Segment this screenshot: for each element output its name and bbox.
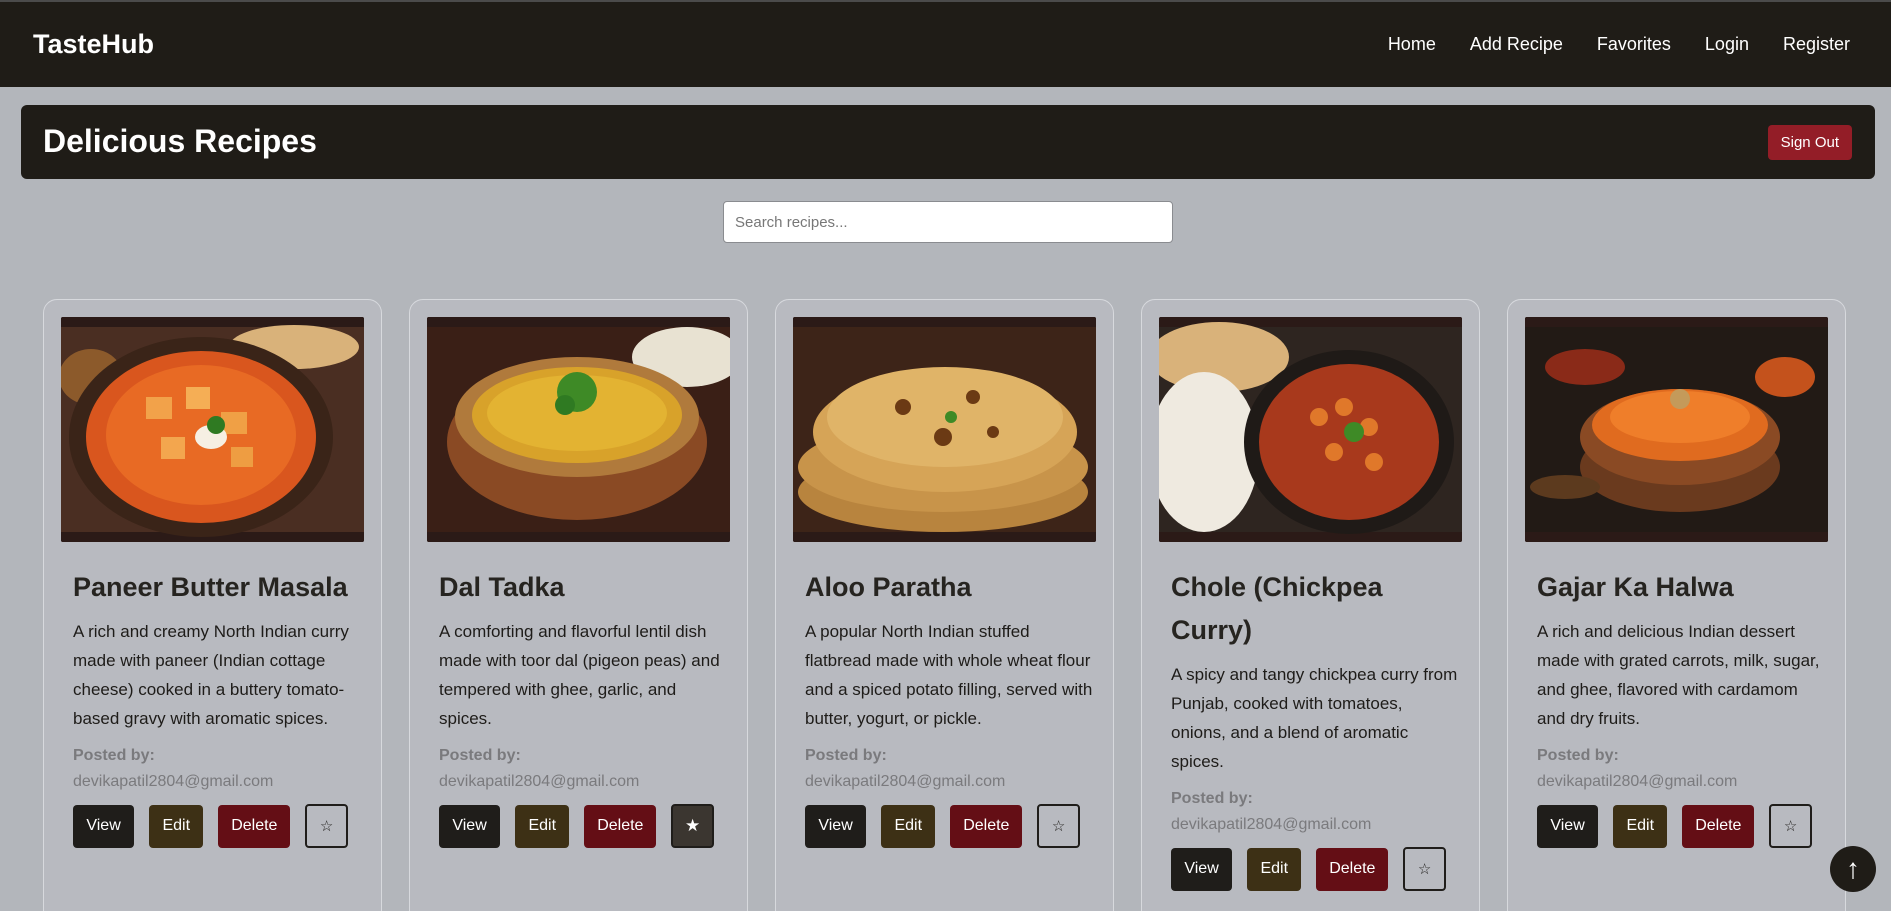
view-button[interactable]: View xyxy=(439,804,501,848)
recipe-image xyxy=(1159,317,1462,542)
edit-button[interactable]: Edit xyxy=(149,804,204,848)
search-input[interactable] xyxy=(723,201,1173,243)
recipe-title: Aloo Paratha xyxy=(805,572,972,602)
scroll-to-top-arrow-icon[interactable]: ↑ xyxy=(1830,846,1876,892)
nav-register-link[interactable]: Register xyxy=(1783,34,1850,55)
recipe-image xyxy=(61,317,364,542)
recipe-description: A popular North Indian stuffed flatbread… xyxy=(805,622,1093,728)
recipe-card: Gajar Ka Halwa A rich and delicious Indi… xyxy=(1507,299,1846,911)
sign-out-button[interactable]: Sign Out xyxy=(1767,125,1852,160)
recipe-title: Chole (Chickpea Curry) xyxy=(1171,572,1383,645)
recipe-actions: View Edit Delete ★ xyxy=(439,804,729,848)
edit-button[interactable]: Edit xyxy=(1247,847,1302,891)
recipe-actions: View Edit Delete ☆ xyxy=(1171,847,1461,891)
posted-by-label: Posted by: xyxy=(439,747,521,764)
recipe-card-body: Gajar Ka Halwa A rich and delicious Indi… xyxy=(1537,566,1827,848)
delete-button[interactable]: Delete xyxy=(584,804,657,848)
posted-by-label: Posted by: xyxy=(1171,790,1253,807)
view-button[interactable]: View xyxy=(1171,847,1233,891)
nav-add-recipe-link[interactable]: Add Recipe xyxy=(1470,34,1563,55)
edit-button[interactable]: Edit xyxy=(881,804,936,848)
brand-logo[interactable]: TasteHub xyxy=(33,29,154,60)
author-email: devikapatil2804@gmail.com xyxy=(73,773,274,790)
recipe-image xyxy=(1525,317,1828,542)
posted-by-label: Posted by: xyxy=(1537,747,1619,764)
delete-button[interactable]: Delete xyxy=(950,804,1023,848)
view-button[interactable]: View xyxy=(73,804,135,848)
delete-button[interactable]: Delete xyxy=(1316,847,1389,891)
edit-button[interactable]: Edit xyxy=(515,804,570,848)
page-title: Delicious Recipes xyxy=(43,123,317,159)
recipe-card: Aloo Paratha A popular North Indian stuf… xyxy=(775,299,1114,911)
posted-by-label: Posted by: xyxy=(73,747,155,764)
posted-by-label: Posted by: xyxy=(805,747,887,764)
author-email: devikapatil2804@gmail.com xyxy=(439,773,640,790)
recipe-card-body: Dal Tadka A comforting and flavorful len… xyxy=(439,566,729,848)
recipe-actions: View Edit Delete ☆ xyxy=(73,804,363,848)
recipe-description: A comforting and flavorful lentil dish m… xyxy=(439,622,720,728)
favorite-star-filled-icon[interactable]: ★ xyxy=(671,804,714,848)
favorite-star-icon[interactable]: ☆ xyxy=(1403,847,1446,891)
delete-button[interactable]: Delete xyxy=(1682,804,1755,848)
recipe-description: A rich and delicious Indian dessert made… xyxy=(1537,622,1820,728)
nav-login-link[interactable]: Login xyxy=(1705,34,1749,55)
recipe-card: Chole (Chickpea Curry) A spicy and tangy… xyxy=(1141,299,1480,911)
favorite-star-icon[interactable]: ☆ xyxy=(1769,804,1812,848)
view-button[interactable]: View xyxy=(1537,804,1599,848)
favorite-star-icon[interactable]: ☆ xyxy=(305,804,348,848)
recipe-card-body: Aloo Paratha A popular North Indian stuf… xyxy=(805,566,1095,848)
nav-favorites-link[interactable]: Favorites xyxy=(1597,34,1671,55)
author-email: devikapatil2804@gmail.com xyxy=(805,773,1006,790)
nav-links: Home Add Recipe Favorites Login Register xyxy=(1354,34,1850,55)
recipe-card: Paneer Butter Masala A rich and creamy N… xyxy=(43,299,382,911)
edit-button[interactable]: Edit xyxy=(1613,804,1668,848)
delete-button[interactable]: Delete xyxy=(218,804,291,848)
recipe-title: Gajar Ka Halwa xyxy=(1537,572,1734,602)
recipe-image xyxy=(793,317,1096,542)
nav-home-link[interactable]: Home xyxy=(1388,34,1436,55)
recipe-description: A rich and creamy North Indian curry mad… xyxy=(73,622,349,728)
recipe-title: Paneer Butter Masala xyxy=(73,572,348,602)
recipe-image xyxy=(427,317,730,542)
recipe-actions: View Edit Delete ☆ xyxy=(805,804,1095,848)
author-email: devikapatil2804@gmail.com xyxy=(1537,773,1738,790)
favorite-star-icon[interactable]: ☆ xyxy=(1037,804,1080,848)
recipe-title: Dal Tadka xyxy=(439,572,565,602)
recipe-description: A spicy and tangy chickpea curry from Pu… xyxy=(1171,665,1458,771)
recipe-actions: View Edit Delete ☆ xyxy=(1537,804,1827,848)
recipe-card-body: Paneer Butter Masala A rich and creamy N… xyxy=(73,566,363,848)
page-header: Delicious Recipes Sign Out xyxy=(21,105,1875,179)
navbar: TasteHub Home Add Recipe Favorites Login… xyxy=(0,0,1891,87)
author-email: devikapatil2804@gmail.com xyxy=(1171,816,1372,833)
view-button[interactable]: View xyxy=(805,804,867,848)
recipe-card: Dal Tadka A comforting and flavorful len… xyxy=(409,299,748,911)
recipe-card-body: Chole (Chickpea Curry) A spicy and tangy… xyxy=(1171,566,1461,891)
